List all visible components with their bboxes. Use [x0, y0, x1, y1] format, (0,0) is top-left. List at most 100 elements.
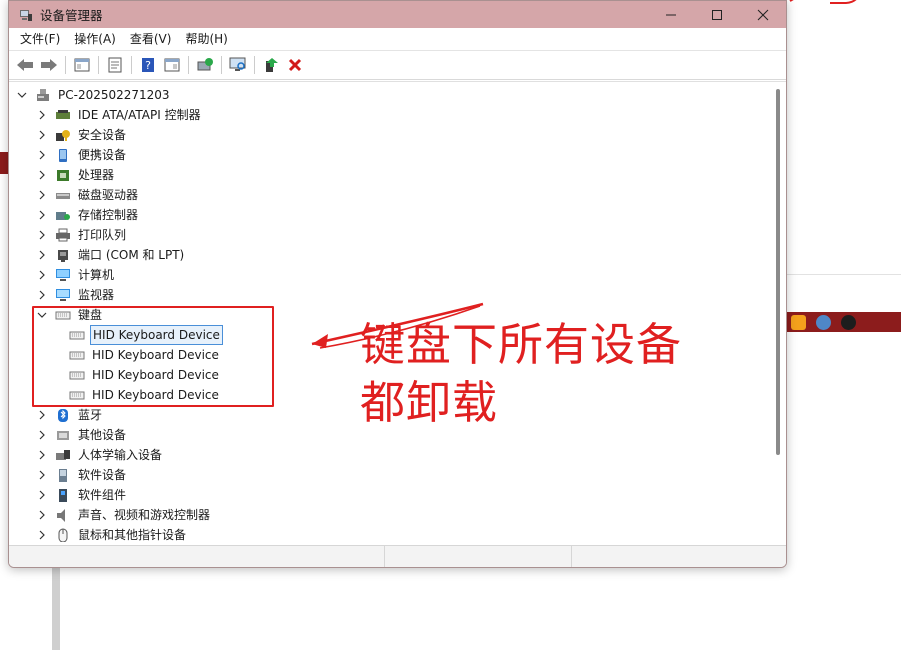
back-icon	[17, 59, 33, 71]
hid-icon	[55, 448, 71, 462]
computer-icon	[55, 268, 71, 282]
tree-category[interactable]: 端口 (COM 和 LPT)	[35, 245, 186, 265]
svg-text:?: ?	[145, 59, 151, 72]
view-button[interactable]	[162, 55, 182, 75]
monitor-icon	[55, 288, 71, 302]
background-divider	[787, 274, 901, 275]
annotation-text: 键盘下所有设备 都卸载	[360, 316, 740, 432]
enable-device-button[interactable]	[261, 55, 281, 75]
properties-button[interactable]	[105, 55, 125, 75]
pc-icon	[35, 88, 51, 102]
chevron-right-icon[interactable]	[35, 268, 49, 282]
chevron-down-icon[interactable]	[15, 88, 29, 102]
tree-category[interactable]: 监视器	[35, 285, 116, 305]
tree-category[interactable]: 磁盘驱动器	[35, 185, 140, 205]
tree-category[interactable]: 人体学输入设备	[35, 445, 164, 465]
forward-button[interactable]	[39, 55, 59, 75]
tree-category[interactable]: 便携设备	[35, 145, 128, 165]
background-left-strip	[52, 568, 60, 650]
chevron-right-icon[interactable]	[35, 288, 49, 302]
app-gear-icon[interactable]	[816, 314, 831, 330]
tree-category-label: 安全设备	[78, 128, 127, 142]
disk-drive-icon	[55, 188, 71, 202]
chevron-right-icon[interactable]	[35, 528, 49, 542]
chevron-right-icon[interactable]	[35, 148, 49, 162]
menu-action[interactable]: 操作(A)	[69, 28, 121, 50]
chevron-right-icon[interactable]	[35, 168, 49, 182]
window-title: 设备管理器	[40, 8, 103, 23]
uninstall-button[interactable]	[285, 55, 305, 75]
title-bar[interactable]: 设备管理器	[9, 1, 786, 28]
chevron-right-icon[interactable]	[35, 128, 49, 142]
security-device-icon	[55, 128, 71, 142]
tree-category[interactable]: 打印队列	[35, 225, 128, 245]
uninstall-icon	[288, 58, 302, 72]
ide-controller-icon	[55, 108, 71, 122]
chevron-right-icon[interactable]	[35, 408, 49, 422]
show-hide-tree-icon	[74, 58, 90, 72]
tree-category[interactable]: 鼠标和其他指针设备	[35, 525, 188, 545]
printer-icon	[55, 228, 71, 242]
close-button[interactable]	[740, 1, 786, 28]
tree-category[interactable]: 计算机	[35, 265, 116, 285]
tree-category-label: 计算机	[78, 268, 115, 282]
tree-category[interactable]: IDE ATA/ATAPI 控制器	[35, 105, 203, 125]
tree-category-label: 监视器	[78, 288, 115, 302]
tree-category-label: 声音、视频和游戏控制器	[78, 508, 211, 522]
chevron-right-icon[interactable]	[35, 108, 49, 122]
show-hide-tree-button[interactable]	[72, 55, 92, 75]
tree-category-label: 其他设备	[78, 428, 127, 442]
tree-category[interactable]: 软件组件	[35, 485, 128, 505]
vertical-scrollbar[interactable]	[776, 89, 780, 455]
status-cell	[9, 546, 385, 567]
chevron-right-icon[interactable]	[35, 188, 49, 202]
toolbar-separator	[131, 56, 132, 74]
port-icon	[55, 248, 71, 262]
tree-category[interactable]: 其他设备	[35, 425, 128, 445]
tree-category[interactable]: 存储控制器	[35, 205, 140, 225]
tree-category-label: 打印队列	[78, 228, 127, 242]
chevron-right-icon[interactable]	[35, 508, 49, 522]
tree-root[interactable]: PC-202502271203	[15, 85, 172, 105]
enable-device-icon	[266, 58, 278, 72]
toolbar-separator	[254, 56, 255, 74]
update-driver-button[interactable]	[195, 55, 215, 75]
software-component-icon	[55, 488, 71, 502]
minimize-button[interactable]	[648, 1, 694, 28]
tree-category[interactable]: 声音、视频和游戏控制器	[35, 505, 212, 525]
chevron-right-icon[interactable]	[35, 228, 49, 242]
app-orange-icon[interactable]	[791, 314, 806, 330]
annotation-line-1: 键盘下所有设备	[360, 318, 683, 371]
chevron-right-icon[interactable]	[35, 248, 49, 262]
annotation-highlight-box	[32, 306, 274, 407]
chevron-right-icon[interactable]	[35, 428, 49, 442]
view-icon	[164, 58, 180, 72]
status-bar	[9, 545, 786, 567]
menu-help[interactable]: 帮助(H)	[180, 28, 232, 50]
menu-file[interactable]: 文件(F)	[15, 28, 65, 50]
tree-category-label: 软件组件	[78, 488, 127, 502]
menu-view[interactable]: 查看(V)	[125, 28, 177, 50]
chevron-right-icon[interactable]	[35, 468, 49, 482]
tree-category-label: 端口 (COM 和 LPT)	[78, 248, 185, 262]
tree-category[interactable]: 软件设备	[35, 465, 128, 485]
maximize-button[interactable]	[694, 1, 740, 28]
status-cell	[385, 546, 572, 567]
back-button[interactable]	[15, 55, 35, 75]
tree-category[interactable]: 安全设备	[35, 125, 128, 145]
qq-penguin-icon[interactable]	[841, 314, 856, 330]
scrollbar-thumb[interactable]	[776, 89, 780, 455]
background-taskbar	[787, 312, 901, 332]
menu-bar: 文件(F) 操作(A) 查看(V) 帮助(H)	[9, 28, 786, 50]
maximize-icon	[712, 9, 722, 20]
help-button[interactable]: ?	[138, 55, 158, 75]
toolbar-separator	[65, 56, 66, 74]
tree-category[interactable]: 处理器	[35, 165, 116, 185]
toolbar-separator	[188, 56, 189, 74]
chevron-right-icon[interactable]	[35, 208, 49, 222]
tree-category[interactable]: 蓝牙	[35, 405, 104, 425]
chevron-right-icon[interactable]	[35, 448, 49, 462]
tree-category-label: 鼠标和其他指针设备	[78, 528, 187, 542]
chevron-right-icon[interactable]	[35, 488, 49, 502]
scan-hardware-button[interactable]	[228, 55, 248, 75]
